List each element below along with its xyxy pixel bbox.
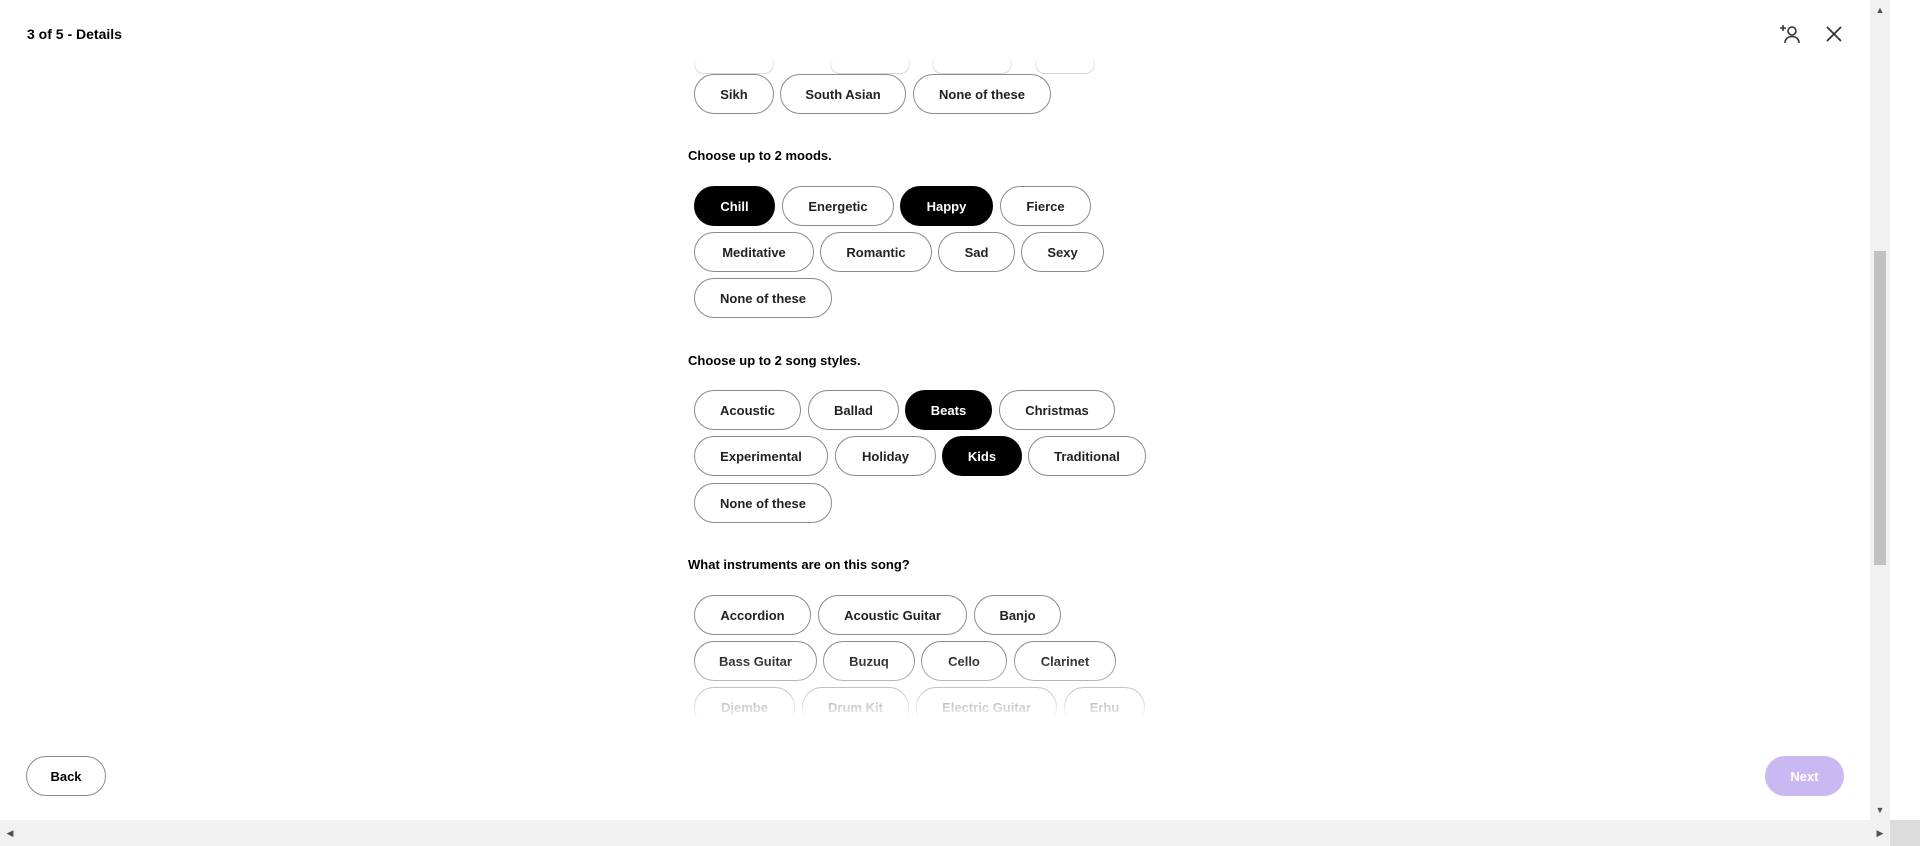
style-chip-christmas[interactable]: Christmas — [999, 390, 1115, 430]
scroll-right-icon[interactable]: ▶ — [1870, 820, 1890, 846]
style-chip-traditional[interactable]: Traditional — [1028, 436, 1146, 476]
scroll-left-icon[interactable]: ◀ — [0, 820, 20, 846]
right-gutter — [1890, 0, 1920, 820]
instrument-chip-cello[interactable]: Cello — [921, 641, 1007, 681]
option-chip-sikh[interactable]: Sikh — [694, 74, 774, 114]
ghost-chip — [830, 56, 910, 74]
next-button[interactable]: Next — [1765, 756, 1844, 796]
details-form: Sikh South Asian None of these Choose up… — [0, 56, 1870, 716]
style-chip-ballad[interactable]: Ballad — [808, 390, 899, 430]
instrument-chip-erhu[interactable]: Erhu — [1064, 687, 1145, 716]
instrument-chip-acoustic-guitar[interactable]: Acoustic Guitar — [818, 595, 967, 635]
style-chip-acoustic[interactable]: Acoustic — [694, 390, 801, 430]
mood-chip-romantic[interactable]: Romantic — [820, 232, 932, 272]
moods-question: Choose up to 2 moods. — [688, 148, 832, 163]
step-title: 3 of 5 - Details — [27, 26, 122, 42]
mood-chip-energetic[interactable]: Energetic — [782, 186, 894, 226]
style-chip-holiday[interactable]: Holiday — [835, 436, 936, 476]
instruments-question: What instruments are on this song? — [688, 557, 910, 572]
instrument-chip-djembe[interactable]: Djembe — [694, 687, 795, 716]
mood-chip-none[interactable]: None of these — [694, 278, 832, 318]
instrument-chip-electric-guitar[interactable]: Electric Guitar — [916, 687, 1057, 716]
instrument-chip-bass-guitar[interactable]: Bass Guitar — [694, 641, 817, 681]
vertical-scroll-thumb[interactable] — [1874, 251, 1886, 565]
scrollbar-corner — [1890, 820, 1920, 846]
ghost-chip — [932, 56, 1012, 74]
back-button[interactable]: Back — [26, 756, 106, 796]
instrument-chip-accordion[interactable]: Accordion — [694, 595, 811, 635]
styles-question: Choose up to 2 song styles. — [688, 353, 861, 368]
scroll-down-icon[interactable]: ▼ — [1870, 800, 1890, 820]
add-person-icon[interactable] — [1776, 20, 1804, 48]
mood-chip-chill[interactable]: Chill — [694, 186, 775, 226]
style-chip-beats[interactable]: Beats — [905, 390, 992, 430]
instrument-chip-clarinet[interactable]: Clarinet — [1014, 641, 1116, 681]
instrument-chip-buzuq[interactable]: Buzuq — [823, 641, 915, 681]
scroll-up-icon[interactable]: ▲ — [1870, 0, 1890, 20]
style-chip-experimental[interactable]: Experimental — [694, 436, 828, 476]
style-chip-kids[interactable]: Kids — [942, 436, 1022, 476]
instrument-chip-banjo[interactable]: Banjo — [974, 595, 1061, 635]
instrument-chip-drum-kit[interactable]: Drum Kit — [802, 687, 909, 716]
mood-chip-happy[interactable]: Happy — [900, 186, 993, 226]
ghost-chip — [694, 56, 774, 74]
style-chip-none[interactable]: None of these — [694, 483, 832, 523]
close-icon[interactable] — [1820, 20, 1848, 48]
option-chip-south-asian[interactable]: South Asian — [780, 74, 906, 114]
mood-chip-fierce[interactable]: Fierce — [1000, 186, 1091, 226]
horizontal-scrollbar[interactable]: ◀ ▶ — [0, 820, 1890, 846]
vertical-scrollbar[interactable]: ▲ ▼ — [1870, 0, 1890, 820]
option-chip-none[interactable]: None of these — [913, 74, 1051, 114]
mood-chip-sexy[interactable]: Sexy — [1021, 232, 1104, 272]
mood-chip-meditative[interactable]: Meditative — [694, 232, 814, 272]
ghost-chip — [1035, 56, 1095, 74]
mood-chip-sad[interactable]: Sad — [938, 232, 1015, 272]
